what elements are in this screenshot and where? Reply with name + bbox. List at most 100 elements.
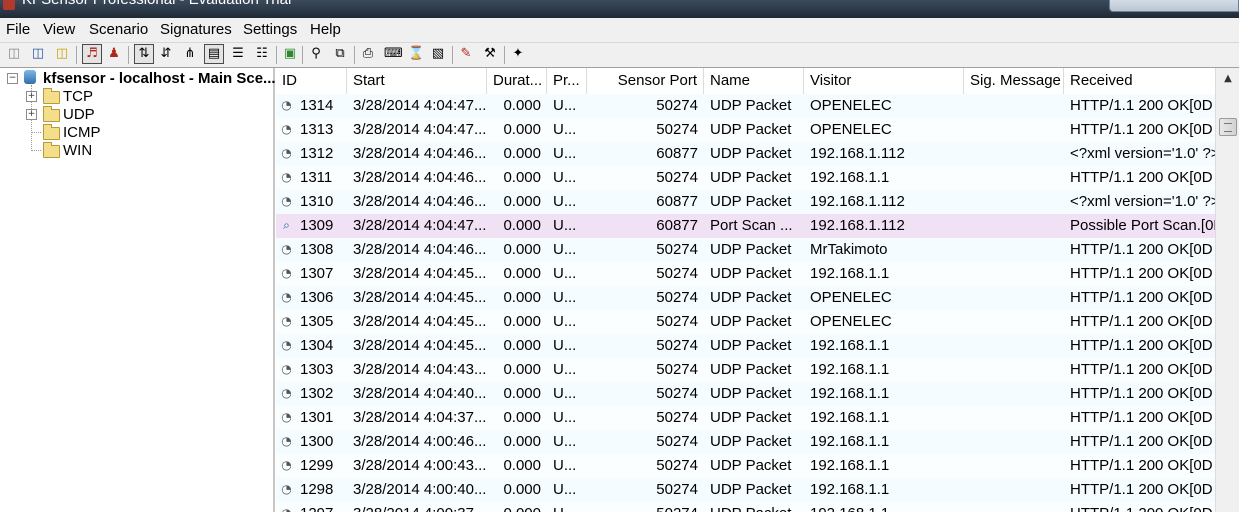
cell-visitor: 192.168.1.1 — [810, 337, 890, 354]
toolbar-separator — [76, 46, 77, 64]
column-duration[interactable]: Durat... — [487, 68, 547, 94]
speaker-icon[interactable]: ♬ — [82, 44, 102, 64]
cell-received: HTTP/1.1 200 OK[0D 0 — [1064, 502, 1215, 512]
cell-protocol: U... — [553, 97, 577, 114]
cell-port: 50274 — [656, 241, 698, 258]
tree-icon[interactable]: ⋔ — [182, 45, 198, 63]
table-row[interactable]: ◔ 1313 3/28/2014 4:04:47... 0.000 U... 50274 U… — [276, 118, 1215, 142]
cell-start: 3/28/2014 4:04:46... — [353, 145, 487, 162]
table-row[interactable]: ◔ 1307 3/28/2014 4:04:45... 0.000 U... 50274 U… — [276, 262, 1215, 286]
expand-icon[interactable]: ☷ — [254, 45, 270, 63]
cell-sig — [964, 358, 1064, 382]
cell-id: 1305 — [300, 313, 334, 330]
tree-root[interactable]: kfsensor - localhost - Main Sce... — [43, 70, 276, 87]
table-row[interactable]: ◔ 1308 3/28/2014 4:04:46... 0.000 U... 50274 U… — [276, 238, 1215, 262]
table-row[interactable]: ◔ 1311 3/28/2014 4:04:46... 0.000 U... 50274 U… — [276, 166, 1215, 190]
column-protocol[interactable]: Pr... — [547, 68, 587, 94]
expand-icon[interactable]: + — [26, 109, 37, 120]
cell-duration: 0.000 — [503, 217, 541, 234]
cell-visitor: 192.168.1.1 — [810, 385, 890, 402]
table-row[interactable]: ◔ 1302 3/28/2014 4:04:40... 0.000 U... 50274 U… — [276, 382, 1215, 406]
menu-signatures[interactable]: Signatures — [160, 21, 232, 38]
cell-visitor: 192.168.1.1 — [804, 502, 964, 512]
column-sig-message[interactable]: Sig. Message — [964, 68, 1064, 94]
cell-sig — [964, 286, 1064, 310]
tree-item-icmp[interactable]: ICMP — [63, 124, 101, 141]
user-icon[interactable]: ♟ — [106, 45, 122, 63]
vertical-scrollbar[interactable]: ▲ — [1215, 68, 1239, 512]
event-icon: ◔ — [281, 170, 292, 184]
event-icon: ◔ — [281, 122, 292, 136]
table-row[interactable]: ◔ 1299 3/28/2014 4:00:43... 0.000 U... 50274 U… — [276, 454, 1215, 478]
window-controls[interactable] — [1109, 0, 1239, 12]
expand-icon[interactable]: + — [26, 91, 37, 102]
lookup-icon[interactable]: ⌨ — [384, 45, 403, 63]
disconnect-icon[interactable]: ◫ — [6, 45, 22, 63]
details-view-icon[interactable]: ☰ — [230, 45, 246, 63]
table-row[interactable]: ◔ 1304 3/28/2014 4:04:45... 0.000 U... 50274 U… — [276, 334, 1215, 358]
tree-item-tcp[interactable]: TCP — [63, 88, 93, 105]
menu-settings[interactable]: Settings — [243, 21, 297, 38]
find-icon[interactable]: ⚲ — [308, 45, 324, 63]
cell-id: 1310 — [300, 193, 334, 210]
column-sensor-port[interactable]: Sensor Port — [587, 68, 704, 94]
table-row[interactable]: ◔ 1306 3/28/2014 4:04:45... 0.000 U... 50274 U… — [276, 286, 1215, 310]
sensor-tree: − kfsensor - localhost - Main Sce... + T… — [0, 68, 276, 512]
cell-duration: 0.000 — [503, 457, 541, 474]
tools-icon[interactable]: ⚒ — [482, 45, 498, 63]
cell-protocol: U... — [553, 385, 577, 402]
cell-name: UDP Packet — [710, 457, 792, 474]
cell-protocol: U... — [553, 121, 577, 138]
cell-start: 3/28/2014 4:00:43... — [353, 457, 487, 474]
tree-item-udp[interactable]: UDP — [63, 106, 95, 123]
print-icon[interactable]: ⎙ — [360, 45, 376, 63]
cell-received: <?xml version='1.0' ?> — [1070, 145, 1215, 162]
table-row[interactable]: ◔ 1301 3/28/2014 4:04:37... 0.000 U... 50274 U… — [276, 406, 1215, 430]
cell-name: UDP Packet — [710, 361, 792, 378]
tree-item-win[interactable]: WIN — [63, 142, 92, 159]
reset-icon[interactable]: ⌛ — [408, 45, 424, 63]
menu-help[interactable]: Help — [310, 21, 341, 38]
sensor-icon[interactable]: ◫ — [54, 45, 70, 63]
cell-protocol: U... — [553, 169, 577, 186]
table-row[interactable]: ◔ 1314 3/28/2014 4:04:47... 0.000 U... 50274 U… — [276, 94, 1215, 118]
column-visitor[interactable]: Visitor — [804, 68, 964, 94]
cell-sig — [964, 262, 1064, 286]
table-row[interactable]: ◔ 1305 3/28/2014 4:04:45... 0.000 U... 50274 U… — [276, 310, 1215, 334]
cell-sig — [964, 214, 1064, 238]
menu-view[interactable]: View — [43, 21, 75, 38]
sort-desc-icon[interactable]: ⇵ — [158, 45, 174, 63]
collapse-icon[interactable]: − — [7, 73, 18, 84]
event-icon: ◔ — [281, 146, 292, 160]
table-row[interactable]: ◔12973/28/2014 4:00:37...0.000U...50274U… — [276, 502, 1215, 512]
column-received[interactable]: Received — [1064, 68, 1215, 94]
cell-duration: 0.000 — [503, 169, 541, 186]
table-row[interactable]: ◔ 1298 3/28/2014 4:00:40... 0.000 U... 50274 U… — [276, 478, 1215, 502]
table-row[interactable]: ◔ 1312 3/28/2014 4:04:46... 0.000 U... 60877 U… — [276, 142, 1215, 166]
copy-icon[interactable]: ⧉ — [332, 45, 348, 63]
sort-icon[interactable]: ⇅ — [134, 44, 154, 64]
column-start[interactable]: Start — [347, 68, 487, 94]
cell-visitor: 192.168.1.112 — [810, 193, 905, 210]
cell-protocol: U... — [553, 289, 577, 306]
table-row[interactable]: ⌕ 1309 3/28/2014 4:04:47... 0.000 U... 60877 P… — [276, 214, 1215, 238]
folder-icon — [43, 142, 60, 158]
scroll-thumb[interactable] — [1219, 118, 1237, 136]
list-view-icon[interactable]: ▤ — [204, 44, 224, 64]
wizard-icon[interactable]: ✦ — [510, 45, 526, 63]
edit-icon[interactable]: ✎ — [458, 45, 474, 63]
cell-name: UDP Packet — [710, 289, 792, 306]
connect-icon[interactable]: ◫ — [30, 45, 46, 63]
cell-received: HTTP/1.1 200 OK[0D 0 — [1070, 409, 1215, 426]
book-icon[interactable]: ▧ — [430, 45, 446, 63]
scroll-up-icon[interactable]: ▲ — [1216, 68, 1239, 90]
cell-name: UDP Packet — [710, 169, 792, 186]
table-row[interactable]: ◔ 1300 3/28/2014 4:00:46... 0.000 U... 50274 U… — [276, 430, 1215, 454]
menu-file[interactable]: File — [6, 21, 30, 38]
menu-scenario[interactable]: Scenario — [89, 21, 148, 38]
export-icon[interactable]: ▣ — [282, 45, 298, 63]
table-row[interactable]: ◔ 1310 3/28/2014 4:04:46... 0.000 U... 60877 U… — [276, 190, 1215, 214]
column-name[interactable]: Name — [704, 68, 804, 94]
column-id[interactable]: ID — [276, 68, 347, 94]
table-row[interactable]: ◔ 1303 3/28/2014 4:04:43... 0.000 U... 50274 U… — [276, 358, 1215, 382]
